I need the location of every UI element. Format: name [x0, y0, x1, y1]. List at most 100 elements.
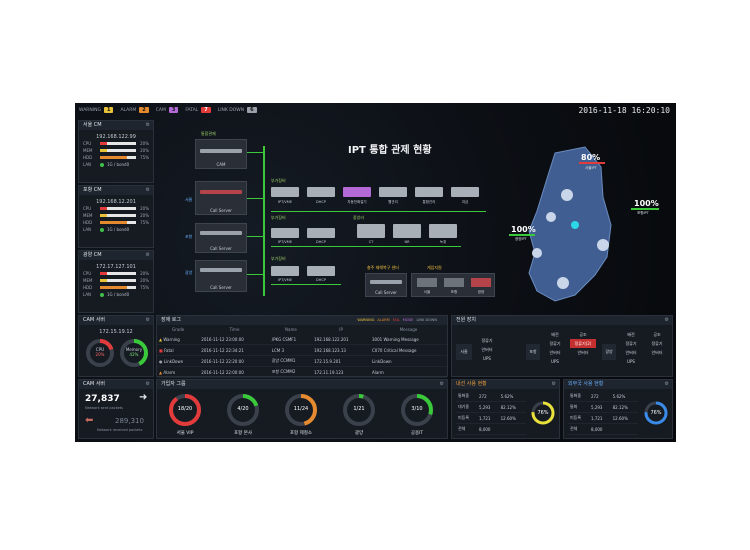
server-nr[interactable]	[393, 224, 421, 238]
panel-title: 가입자 그룹 ⚙	[157, 380, 447, 389]
server-web[interactable]	[379, 187, 407, 197]
cm-panel-gwangyang: 광양 CM ⚙ 172.17.127.101 CPU 20% MEM 20% HDD 7…	[78, 250, 154, 313]
cpu-ring-label: CPU 20%	[95, 347, 105, 357]
filter-mode[interactable]: MODE	[403, 316, 414, 325]
server-dhcp[interactable]	[307, 266, 335, 276]
call-server-seoul[interactable]: Call Server	[195, 181, 247, 215]
server-label: 통합관리	[422, 200, 436, 204]
metric-cpu: CPU 20%	[83, 206, 149, 211]
switch-label-pohang: 포항	[450, 290, 458, 294]
group-label: 광양	[354, 431, 364, 436]
site-label-pohang: 포항	[185, 234, 193, 239]
link-line	[247, 198, 263, 199]
server-dhcp[interactable]	[307, 228, 335, 238]
server-label: IPT/VME	[277, 200, 293, 204]
call-server-gwangyang[interactable]: Call Server	[195, 260, 247, 292]
table-row[interactable]: ● LinkDown 2016-11-12 22:20:00 광양 CCMM1 172…	[157, 355, 447, 367]
status-linkdown-label: LINK DOWN	[217, 107, 245, 113]
server-dhcp[interactable]	[307, 187, 335, 197]
filter-linkdown[interactable]: LINK DOWN	[416, 316, 437, 325]
table-row[interactable]: ▲ Alarm 2016-11-12 22:00:00 포항 CCMM2 172.11…	[157, 366, 447, 378]
arrow-right-icon: ➜	[139, 392, 148, 403]
server-ct[interactable]	[357, 224, 385, 238]
server-label: 과금	[461, 200, 469, 204]
panel-title: 장애 로그 WARNING ALARM FAIL MODE LINK DOWN	[157, 316, 447, 325]
branch-label: 부가장비	[271, 256, 286, 261]
power-site-seoul: 서울 정류기 안버터 UPS	[456, 330, 522, 374]
memory-ring-label: Memory 42%	[125, 347, 143, 357]
gear-icon[interactable]: ⚙	[146, 121, 150, 130]
metric-cpu: CPU 20%	[83, 271, 149, 276]
table-row[interactable]: ■ Fatal 2016-11-12 22:34:21 LCM 3 192.168.1…	[157, 344, 447, 356]
subscriber-group-3[interactable]: 1/21 광양	[341, 392, 377, 436]
group-label: 포항 제철소	[289, 431, 313, 436]
status-warning-count[interactable]: 1	[103, 107, 114, 113]
status-cam-label: CAM	[155, 107, 166, 113]
group-value: 1/21	[353, 406, 365, 412]
clock: 2016-11-18 16:20:10	[578, 106, 670, 115]
subscriber-group-2[interactable]: 11/24 포항 제철소	[283, 392, 319, 436]
gear-icon[interactable]: ⚙	[146, 316, 150, 325]
internal-usage-pct: 76%	[537, 410, 549, 416]
status-fatal-count[interactable]: 7	[201, 107, 211, 113]
disaster-call-server[interactable]: Call Server	[365, 273, 407, 297]
external-usage-pct: 76%	[650, 410, 662, 416]
status-cam-count[interactable]: 3	[168, 107, 179, 113]
status-linkdown-count[interactable]: 6	[247, 107, 257, 113]
filter-fail[interactable]: FAIL	[393, 316, 400, 325]
status-alarm-count[interactable]: 2	[139, 107, 149, 113]
map-pohang-pct: 100%	[634, 199, 659, 208]
filter-alarm[interactable]: ALARM	[377, 316, 389, 325]
subscriber-groups-panel: 가입자 그룹 ⚙ 18/20 서울 VIP 4/20 포항 본사 11/24 포항 제철소 1…	[156, 379, 448, 439]
server-label: 웹관리	[388, 200, 398, 204]
switch-label-gwangyang: 광양	[477, 290, 485, 294]
gear-icon[interactable]: ⚙	[665, 380, 669, 389]
server-billing[interactable]	[451, 187, 479, 197]
lan-status: LAN 1G / bond0	[83, 162, 130, 167]
disaster-center-label: 충주 재해복구 센터	[367, 265, 399, 270]
backbone-line	[263, 146, 265, 296]
table-row[interactable]: ▲ Warning 2016-11-12 23:00:00/PKG CSMF1 19…	[157, 334, 447, 345]
link-line	[271, 284, 341, 285]
gear-icon[interactable]: ⚙	[146, 186, 150, 195]
link-line	[247, 152, 263, 153]
power-site-gwangyang: 광양 배전 정류기 안버터 UPS 공조 정류기 안버터	[602, 330, 672, 374]
sent-packets: 27,837	[85, 394, 120, 404]
subscriber-group-0[interactable]: 18/20 서울 VIP	[167, 392, 203, 436]
status-dot-icon	[100, 292, 104, 297]
server-label: DHCP	[316, 200, 326, 204]
power-status-panel: 전원 장치 ⚙ 서울 정류기 안버터 UPS 포항 배전 정류기 안버터 UPS 공조 정류기…	[451, 315, 673, 377]
gear-icon[interactable]: ⚙	[440, 380, 444, 389]
metric-mem: MEM 20%	[83, 278, 149, 283]
external-usage-panel: 외부국 사용 현황 ⚙ 통화중 272 5.62% 통화 5,293 82.12% 미등록…	[563, 379, 673, 439]
subscriber-group-4[interactable]: 3/10 공용IT	[399, 392, 435, 436]
gear-icon[interactable]: ⚙	[146, 380, 150, 389]
map-pohang-bar	[631, 208, 659, 210]
internal-usage-panel: 내선 사용 현황 ⚙ 통화중 272 5.62% 대기중 5,293 82.12% 미등록…	[451, 379, 560, 439]
sent-label: Network sent packets	[85, 406, 123, 410]
server-integrated[interactable]	[415, 187, 443, 197]
server-label: DHCP	[316, 240, 326, 244]
call-server-pohang[interactable]: Call Server	[195, 223, 247, 253]
server-ipt-vme[interactable]	[271, 266, 299, 276]
status-alarm-label: ALARM	[120, 107, 137, 113]
gear-icon[interactable]: ⚙	[665, 316, 669, 325]
link-line	[247, 274, 263, 275]
server-recording[interactable]	[429, 224, 457, 238]
server-ipt-vme[interactable]	[271, 187, 299, 197]
site-marker-gwangyang	[557, 277, 569, 289]
status-dot-icon	[100, 162, 104, 167]
switch-label-seoul: 서울	[423, 290, 431, 294]
filter-warning[interactable]: WARNING	[357, 316, 374, 325]
group-value: 4/20	[237, 406, 249, 412]
server-auto-dial[interactable]	[343, 187, 371, 197]
panel-title: 광양 CM ⚙	[79, 251, 153, 260]
gear-icon[interactable]: ⚙	[146, 251, 150, 260]
server-label: NR	[404, 240, 410, 244]
gear-icon[interactable]: ⚙	[552, 380, 556, 389]
subscriber-group-1[interactable]: 4/20 포항 본사	[225, 392, 261, 436]
alert-item: 정류기(2)	[570, 339, 596, 348]
map-gwangyang-pct: 100%	[511, 225, 536, 234]
cam-device[interactable]: CAM	[195, 139, 247, 169]
server-ipt-vme[interactable]	[271, 228, 299, 238]
